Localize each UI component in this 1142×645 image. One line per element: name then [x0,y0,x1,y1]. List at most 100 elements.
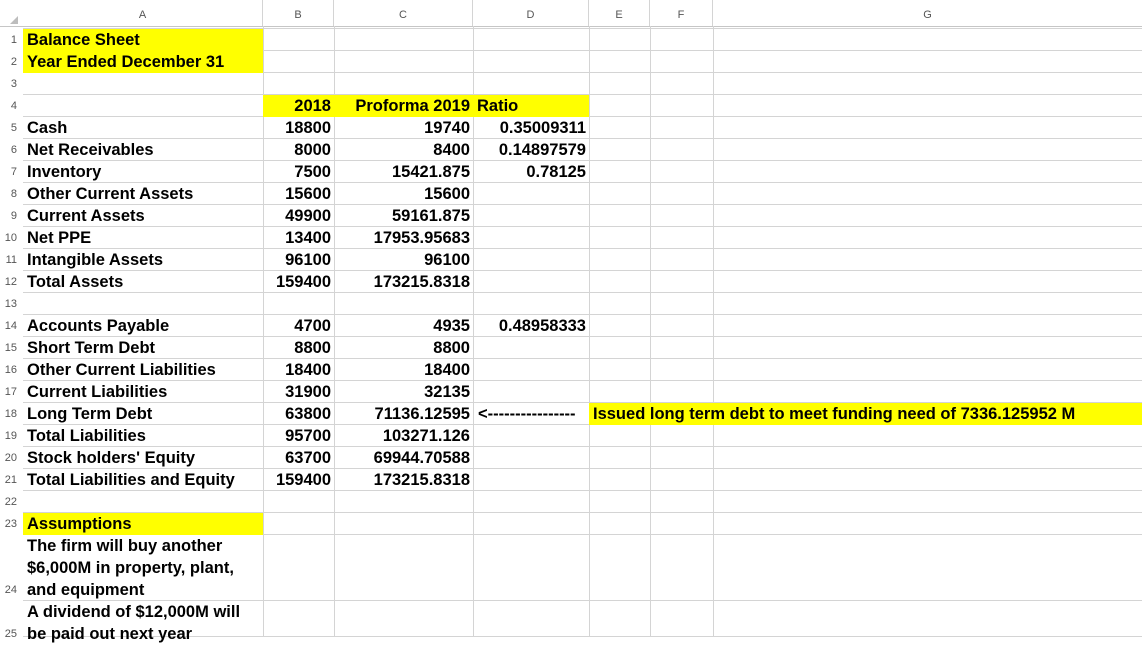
row-label[interactable]: Other Current Liabilities [27,359,216,381]
header-2018[interactable]: 2018 [263,95,331,117]
value-ratio[interactable]: 0.48958333 [473,315,586,337]
column-header-c[interactable]: C [334,0,473,26]
row-label[interactable]: Current Assets [27,205,145,227]
value-proforma-2019[interactable]: 59161.875 [334,205,470,227]
value-2018[interactable]: 159400 [263,271,331,293]
value-2018[interactable]: 159400 [263,469,331,491]
value-2018[interactable]: 63700 [263,447,331,469]
value-2018[interactable]: 18400 [263,359,331,381]
row-label[interactable]: Total Liabilities [27,425,146,447]
gridline-row [23,248,1142,249]
row-label[interactable]: Current Liabilities [27,381,167,403]
row-header-23[interactable]: 23 [0,513,20,535]
value-proforma-2019[interactable]: 173215.8318 [334,271,470,293]
value-proforma-2019[interactable]: 18400 [334,359,470,381]
row-label[interactable]: Cash [27,117,67,139]
row-header-10[interactable]: 10 [0,227,20,249]
row-header-17[interactable]: 17 [0,381,20,403]
value-ratio[interactable]: 0.78125 [473,161,586,183]
value-ratio[interactable]: <---------------- [478,403,576,425]
value-proforma-2019[interactable]: 19740 [334,117,470,139]
value-proforma-2019[interactable]: 17953.95683 [334,227,470,249]
row-header-6[interactable]: 6 [0,139,20,161]
row-label[interactable]: Short Term Debt [27,337,155,359]
row-header-24[interactable]: 24 [0,535,20,601]
row-header-19[interactable]: 19 [0,425,20,447]
sheet-subtitle[interactable]: Year Ended December 31 [27,51,224,73]
header-proforma-2019[interactable]: Proforma 2019 [334,95,470,117]
row-header-1[interactable]: 1 [0,29,20,51]
row-label[interactable]: Total Assets [27,271,123,293]
row-label[interactable]: Other Current Assets [27,183,193,205]
gridline-col-e [589,26,590,637]
value-2018[interactable]: 8800 [263,337,331,359]
header-ratio[interactable]: Ratio [477,95,518,117]
row-label[interactable]: Inventory [27,161,101,183]
column-header-a[interactable]: A [23,0,263,26]
row-label[interactable]: Net PPE [27,227,91,249]
row-header-14[interactable]: 14 [0,315,20,337]
value-2018[interactable]: 13400 [263,227,331,249]
row-header-21[interactable]: 21 [0,469,20,491]
value-2018[interactable]: 18800 [263,117,331,139]
value-proforma-2019[interactable]: 32135 [334,381,470,403]
row-label[interactable]: Total Liabilities and Equity [27,469,235,491]
row-header-16[interactable]: 16 [0,359,20,381]
value-2018[interactable]: 4700 [263,315,331,337]
value-ratio[interactable]: 0.14897579 [473,139,586,161]
column-header-f[interactable]: F [650,0,713,26]
row-label[interactable]: Stock holders' Equity [27,447,195,469]
gridline-col-g [713,26,714,637]
row-header-5[interactable]: 5 [0,117,20,139]
row-header-7[interactable]: 7 [0,161,20,183]
row-label[interactable]: Intangible Assets [27,249,163,271]
row-label[interactable]: Net Receivables [27,139,154,161]
value-2018[interactable]: 8000 [263,139,331,161]
row-header-20[interactable]: 20 [0,447,20,469]
row-label[interactable]: Long Term Debt [27,403,152,425]
value-2018[interactable]: 95700 [263,425,331,447]
row-header-11[interactable]: 11 [0,249,20,271]
select-all-corner[interactable] [0,0,20,26]
value-proforma-2019[interactable]: 69944.70588 [334,447,470,469]
column-header-b[interactable]: B [263,0,334,26]
row-header-25[interactable]: 25 [0,601,20,645]
column-header-g[interactable]: G [713,0,1142,26]
gridline-col-f [650,26,651,637]
row-header-9[interactable]: 9 [0,205,20,227]
row-header-12[interactable]: 12 [0,271,20,293]
value-proforma-2019[interactable]: 15421.875 [334,161,470,183]
value-proforma-2019[interactable]: 71136.12595 [334,403,470,425]
value-2018[interactable]: 96100 [263,249,331,271]
row-label[interactable]: Accounts Payable [27,315,169,337]
long-term-debt-note[interactable]: Issued long term debt to meet funding ne… [593,403,1075,425]
row-header-2[interactable]: 2 [0,51,20,73]
row-header-22[interactable]: 22 [0,491,20,513]
row-header-8[interactable]: 8 [0,183,20,205]
value-2018[interactable]: 7500 [263,161,331,183]
row-header-4[interactable]: 4 [0,95,20,117]
value-2018[interactable]: 49900 [263,205,331,227]
value-proforma-2019[interactable]: 103271.126 [334,425,470,447]
assumptions-header[interactable]: Assumptions [27,513,132,535]
value-proforma-2019[interactable]: 173215.8318 [334,469,470,491]
column-header-e[interactable]: E [589,0,650,26]
gridline-row [23,270,1142,271]
column-header-d[interactable]: D [473,0,589,26]
row-header-15[interactable]: 15 [0,337,20,359]
value-2018[interactable]: 63800 [263,403,331,425]
row-header-18[interactable]: 18 [0,403,20,425]
value-proforma-2019[interactable]: 4935 [334,315,470,337]
value-proforma-2019[interactable]: 96100 [334,249,470,271]
value-proforma-2019[interactable]: 8400 [334,139,470,161]
value-proforma-2019[interactable]: 8800 [334,337,470,359]
sheet-title[interactable]: Balance Sheet [27,29,140,51]
assumption-item-2[interactable]: A dividend of $12,000M will be paid out … [27,601,261,645]
assumption-item-1[interactable]: The firm will buy another $6,000M in pro… [27,535,261,601]
value-2018[interactable]: 15600 [263,183,331,205]
value-ratio[interactable]: 0.35009311 [473,117,586,139]
row-header-3[interactable]: 3 [0,73,20,95]
value-proforma-2019[interactable]: 15600 [334,183,470,205]
row-header-13[interactable]: 13 [0,293,20,315]
value-2018[interactable]: 31900 [263,381,331,403]
